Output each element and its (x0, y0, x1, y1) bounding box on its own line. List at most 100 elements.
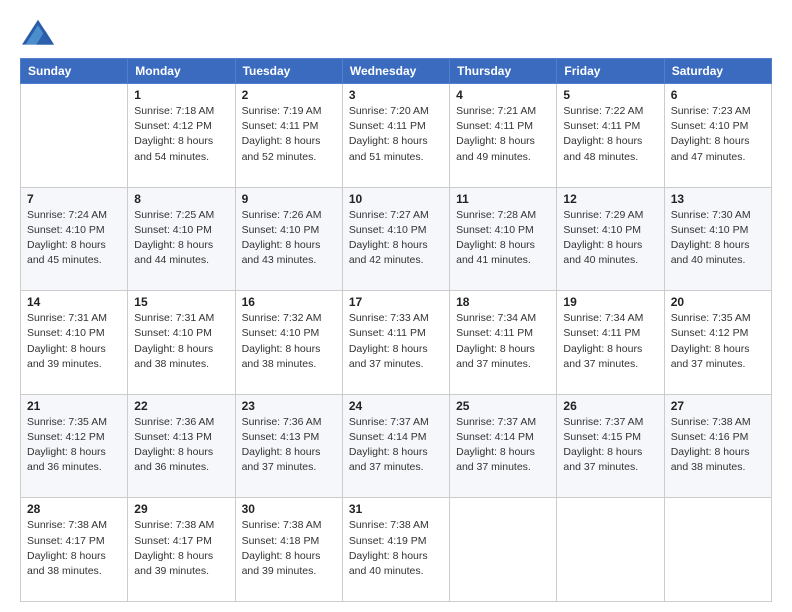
calendar-header-row: SundayMondayTuesdayWednesdayThursdayFrid… (21, 59, 772, 84)
sunset: Sunset: 4:13 PM (242, 430, 336, 445)
calendar-cell: 21 Sunrise: 7:35 AM Sunset: 4:12 PM Dayl… (21, 394, 128, 498)
daylight: Daylight: 8 hours and 40 minutes. (349, 549, 443, 579)
sunrise: Sunrise: 7:37 AM (456, 415, 550, 430)
day-number: 31 (349, 502, 443, 516)
sunrise: Sunrise: 7:30 AM (671, 208, 765, 223)
day-number: 24 (349, 399, 443, 413)
sunrise: Sunrise: 7:34 AM (456, 311, 550, 326)
day-number: 20 (671, 295, 765, 309)
day-number: 30 (242, 502, 336, 516)
calendar-cell: 27 Sunrise: 7:38 AM Sunset: 4:16 PM Dayl… (664, 394, 771, 498)
day-info: Sunrise: 7:38 AM Sunset: 4:19 PM Dayligh… (349, 518, 443, 579)
day-number: 27 (671, 399, 765, 413)
sunset: Sunset: 4:12 PM (134, 119, 228, 134)
sunrise: Sunrise: 7:38 AM (27, 518, 121, 533)
day-info: Sunrise: 7:18 AM Sunset: 4:12 PM Dayligh… (134, 104, 228, 165)
calendar-cell: 1 Sunrise: 7:18 AM Sunset: 4:12 PM Dayli… (128, 84, 235, 188)
calendar-cell (21, 84, 128, 188)
daylight: Daylight: 8 hours and 36 minutes. (27, 445, 121, 475)
sunrise: Sunrise: 7:38 AM (671, 415, 765, 430)
sunrise: Sunrise: 7:28 AM (456, 208, 550, 223)
daylight: Daylight: 8 hours and 52 minutes. (242, 134, 336, 164)
daylight: Daylight: 8 hours and 44 minutes. (134, 238, 228, 268)
calendar-cell: 7 Sunrise: 7:24 AM Sunset: 4:10 PM Dayli… (21, 187, 128, 291)
daylight: Daylight: 8 hours and 37 minutes. (563, 445, 657, 475)
sunrise: Sunrise: 7:37 AM (349, 415, 443, 430)
calendar-cell: 5 Sunrise: 7:22 AM Sunset: 4:11 PM Dayli… (557, 84, 664, 188)
day-number: 2 (242, 88, 336, 102)
calendar-cell: 31 Sunrise: 7:38 AM Sunset: 4:19 PM Dayl… (342, 498, 449, 602)
calendar-cell: 16 Sunrise: 7:32 AM Sunset: 4:10 PM Dayl… (235, 291, 342, 395)
day-info: Sunrise: 7:38 AM Sunset: 4:17 PM Dayligh… (134, 518, 228, 579)
sunset: Sunset: 4:11 PM (242, 119, 336, 134)
calendar-cell: 23 Sunrise: 7:36 AM Sunset: 4:13 PM Dayl… (235, 394, 342, 498)
calendar-cell: 9 Sunrise: 7:26 AM Sunset: 4:10 PM Dayli… (235, 187, 342, 291)
day-info: Sunrise: 7:37 AM Sunset: 4:14 PM Dayligh… (456, 415, 550, 476)
day-number: 15 (134, 295, 228, 309)
calendar-cell: 29 Sunrise: 7:38 AM Sunset: 4:17 PM Dayl… (128, 498, 235, 602)
daylight: Daylight: 8 hours and 51 minutes. (349, 134, 443, 164)
day-number: 7 (27, 192, 121, 206)
calendar-week-1: 1 Sunrise: 7:18 AM Sunset: 4:12 PM Dayli… (21, 84, 772, 188)
sunset: Sunset: 4:14 PM (349, 430, 443, 445)
sunrise: Sunrise: 7:36 AM (134, 415, 228, 430)
daylight: Daylight: 8 hours and 43 minutes. (242, 238, 336, 268)
day-info: Sunrise: 7:25 AM Sunset: 4:10 PM Dayligh… (134, 208, 228, 269)
day-info: Sunrise: 7:22 AM Sunset: 4:11 PM Dayligh… (563, 104, 657, 165)
calendar-cell: 10 Sunrise: 7:27 AM Sunset: 4:10 PM Dayl… (342, 187, 449, 291)
day-info: Sunrise: 7:26 AM Sunset: 4:10 PM Dayligh… (242, 208, 336, 269)
day-info: Sunrise: 7:32 AM Sunset: 4:10 PM Dayligh… (242, 311, 336, 372)
daylight: Daylight: 8 hours and 48 minutes. (563, 134, 657, 164)
day-info: Sunrise: 7:23 AM Sunset: 4:10 PM Dayligh… (671, 104, 765, 165)
daylight: Daylight: 8 hours and 37 minutes. (671, 342, 765, 372)
day-number: 17 (349, 295, 443, 309)
daylight: Daylight: 8 hours and 38 minutes. (27, 549, 121, 579)
day-info: Sunrise: 7:31 AM Sunset: 4:10 PM Dayligh… (27, 311, 121, 372)
sunrise: Sunrise: 7:37 AM (563, 415, 657, 430)
sunset: Sunset: 4:16 PM (671, 430, 765, 445)
sunset: Sunset: 4:10 PM (27, 223, 121, 238)
day-info: Sunrise: 7:38 AM Sunset: 4:16 PM Dayligh… (671, 415, 765, 476)
calendar-cell: 22 Sunrise: 7:36 AM Sunset: 4:13 PM Dayl… (128, 394, 235, 498)
sunrise: Sunrise: 7:21 AM (456, 104, 550, 119)
day-number: 28 (27, 502, 121, 516)
sunset: Sunset: 4:11 PM (563, 326, 657, 341)
day-info: Sunrise: 7:34 AM Sunset: 4:11 PM Dayligh… (456, 311, 550, 372)
daylight: Daylight: 8 hours and 37 minutes. (349, 342, 443, 372)
calendar-cell: 8 Sunrise: 7:25 AM Sunset: 4:10 PM Dayli… (128, 187, 235, 291)
sunset: Sunset: 4:13 PM (134, 430, 228, 445)
sunset: Sunset: 4:11 PM (456, 119, 550, 134)
weekday-header-wednesday: Wednesday (342, 59, 449, 84)
daylight: Daylight: 8 hours and 54 minutes. (134, 134, 228, 164)
day-info: Sunrise: 7:36 AM Sunset: 4:13 PM Dayligh… (134, 415, 228, 476)
sunrise: Sunrise: 7:35 AM (671, 311, 765, 326)
calendar-cell: 2 Sunrise: 7:19 AM Sunset: 4:11 PM Dayli… (235, 84, 342, 188)
daylight: Daylight: 8 hours and 38 minutes. (134, 342, 228, 372)
day-info: Sunrise: 7:38 AM Sunset: 4:17 PM Dayligh… (27, 518, 121, 579)
calendar-cell: 14 Sunrise: 7:31 AM Sunset: 4:10 PM Dayl… (21, 291, 128, 395)
sunrise: Sunrise: 7:29 AM (563, 208, 657, 223)
sunset: Sunset: 4:11 PM (349, 326, 443, 341)
sunrise: Sunrise: 7:31 AM (27, 311, 121, 326)
sunrise: Sunrise: 7:38 AM (242, 518, 336, 533)
calendar-cell (557, 498, 664, 602)
sunset: Sunset: 4:10 PM (134, 223, 228, 238)
sunset: Sunset: 4:19 PM (349, 534, 443, 549)
daylight: Daylight: 8 hours and 41 minutes. (456, 238, 550, 268)
sunset: Sunset: 4:10 PM (671, 119, 765, 134)
day-info: Sunrise: 7:37 AM Sunset: 4:15 PM Dayligh… (563, 415, 657, 476)
day-number: 10 (349, 192, 443, 206)
day-info: Sunrise: 7:31 AM Sunset: 4:10 PM Dayligh… (134, 311, 228, 372)
weekday-header-saturday: Saturday (664, 59, 771, 84)
sunrise: Sunrise: 7:38 AM (134, 518, 228, 533)
sunset: Sunset: 4:11 PM (456, 326, 550, 341)
calendar-cell: 18 Sunrise: 7:34 AM Sunset: 4:11 PM Dayl… (450, 291, 557, 395)
sunrise: Sunrise: 7:34 AM (563, 311, 657, 326)
day-number: 13 (671, 192, 765, 206)
calendar-table: SundayMondayTuesdayWednesdayThursdayFrid… (20, 58, 772, 602)
sunrise: Sunrise: 7:38 AM (349, 518, 443, 533)
sunrise: Sunrise: 7:35 AM (27, 415, 121, 430)
day-number: 19 (563, 295, 657, 309)
day-info: Sunrise: 7:37 AM Sunset: 4:14 PM Dayligh… (349, 415, 443, 476)
sunset: Sunset: 4:10 PM (242, 223, 336, 238)
